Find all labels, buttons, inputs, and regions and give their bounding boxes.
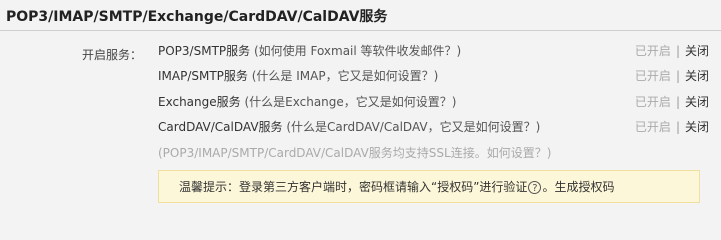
status-enabled-imap-smtp: 已开启 <box>634 69 671 83</box>
generate-auth-code-link[interactable]: 。生成授权码 <box>542 180 614 194</box>
ssl-support-link[interactable]: (POP3/IMAP/SMTP/CardDAV/CalDAV服务均支持SSL连接… <box>158 144 551 162</box>
service-name-exchange: Exchange服务 <box>158 95 241 109</box>
close-button-exchange[interactable]: 关闭 <box>685 95 709 109</box>
status-enabled-pop3-smtp: 已开启 <box>634 44 671 58</box>
close-button-carddav-caldav[interactable]: 关闭 <box>685 120 709 134</box>
close-button-imap-smtp[interactable]: 关闭 <box>685 69 709 83</box>
tip-message: 温馨提示：登录第三方客户端时，密码框请输入“授权码”进行验证 <box>179 180 528 194</box>
tip-text: 温馨提示：登录第三方客户端时，密码框请输入“授权码”进行验证? 。生成授权码 <box>179 179 614 195</box>
service-status-imap-smtp: 已开启 | 关闭 <box>635 67 709 85</box>
service-row-imap-smtp: IMAP/SMTP服务 (什么是 IMAP，它又是如何设置？) 已开启 | 关闭 <box>158 67 713 85</box>
service-status-carddav-caldav: 已开启 | 关闭 <box>635 118 709 136</box>
section-divider <box>0 30 721 31</box>
help-link-pop3-smtp[interactable]: (如何使用 Foxmail 等软件收发邮件？) <box>254 44 461 58</box>
help-link-imap-smtp[interactable]: (什么是 IMAP，它又是如何设置？) <box>252 69 439 83</box>
status-separator: | <box>675 95 680 109</box>
help-link-exchange[interactable]: (什么是Exchange，它又是如何设置？) <box>244 95 456 109</box>
service-row-exchange: Exchange服务 (什么是Exchange，它又是如何设置？) 已开启 | 关闭 <box>158 93 713 111</box>
service-row-pop3-smtp: POP3/SMTP服务 (如何使用 Foxmail 等软件收发邮件？) 已开启 |… <box>158 42 713 60</box>
status-enabled-carddav-caldav: 已开启 <box>634 120 671 134</box>
enable-service-label: 开启服务： <box>82 48 143 62</box>
mail-settings-panel: POP3/IMAP/SMTP/Exchange/CardDAV/CalDAV服务… <box>0 0 721 212</box>
tip-box: 温馨提示：登录第三方客户端时，密码框请输入“授权码”进行验证? 。生成授权码 <box>158 170 700 203</box>
close-button-pop3-smtp[interactable]: 关闭 <box>685 44 709 58</box>
help-link-carddav-caldav[interactable]: (什么是CardDAV/CalDAV，它又是如何设置？) <box>286 120 540 134</box>
status-enabled-exchange: 已开启 <box>634 95 671 109</box>
service-name-carddav-caldav: CardDAV/CalDAV服务 <box>158 120 283 134</box>
section-title: POP3/IMAP/SMTP/Exchange/CardDAV/CalDAV服务 <box>6 9 388 25</box>
status-separator: | <box>675 69 680 83</box>
service-status-exchange: 已开启 | 关闭 <box>635 93 709 111</box>
service-name-pop3-smtp: POP3/SMTP服务 <box>158 44 251 58</box>
help-circle-icon[interactable]: ? <box>528 181 542 194</box>
service-status-pop3-smtp: 已开启 | 关闭 <box>635 42 709 60</box>
service-name-imap-smtp: IMAP/SMTP服务 <box>158 69 248 83</box>
status-separator: | <box>675 120 680 134</box>
service-row-carddav-caldav: CardDAV/CalDAV服务 (什么是CardDAV/CalDAV，它又是如… <box>158 118 713 136</box>
status-separator: | <box>675 44 680 58</box>
